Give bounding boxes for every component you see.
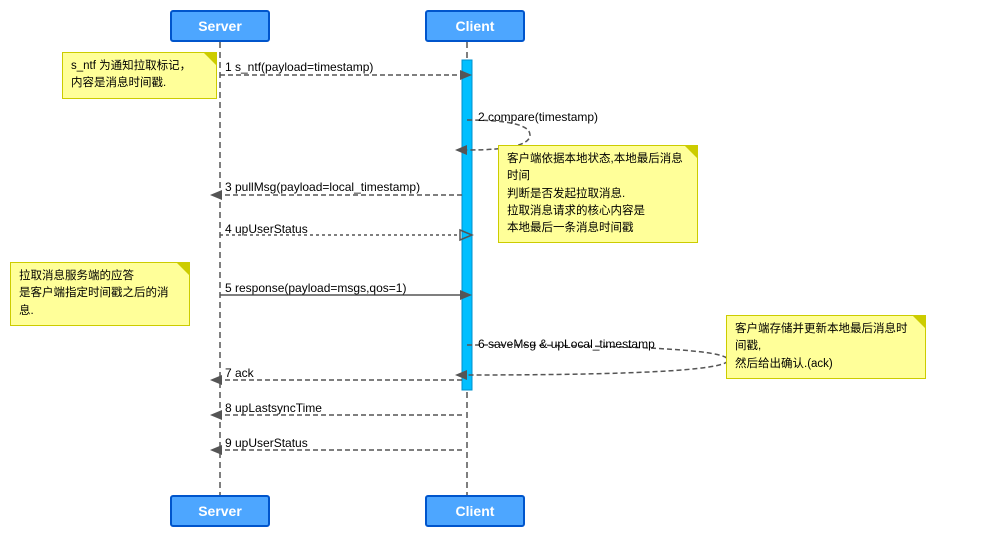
msg5-label: 5 response(payload=msgs,qos=1) xyxy=(225,281,406,295)
msg6-label: 6 saveMsg & upLocal_timestamp xyxy=(478,337,655,351)
actor-server-bottom: Server xyxy=(170,495,270,527)
msg2-label: 2 compare(timestamp) xyxy=(478,110,598,124)
note-response: 拉取消息服务端的应答是客户端指定时间戳之后的消息. xyxy=(10,262,190,326)
msg8-label: 8 upLastsyncTime xyxy=(225,401,322,415)
actor-client-top: Client xyxy=(425,10,525,42)
msg7-label: 7 ack xyxy=(225,366,254,380)
msg9-label: 9 upUserStatus xyxy=(225,436,308,450)
sequence-diagram: Server Client Server Client s_ntf 为通知拉取标… xyxy=(0,0,987,543)
actor-client-bottom: Client xyxy=(425,495,525,527)
note-savemsg: 客户端存储并更新本地最后消息时间戳,然后给出确认.(ack) xyxy=(726,315,926,379)
msg1-label: 1 s_ntf(payload=timestamp) xyxy=(225,60,373,74)
msg4-label: 4 upUserStatus xyxy=(225,222,308,236)
note-sntf: s_ntf 为通知拉取标记，内容是消息时间戳. xyxy=(62,52,217,99)
note-compare: 客户端依据本地状态,本地最后消息时间判断是否发起拉取消息.拉取消息请求的核心内容… xyxy=(498,145,698,243)
msg3-label: 3 pullMsg(payload=local_timestamp) xyxy=(225,180,420,194)
actor-server-top: Server xyxy=(170,10,270,42)
